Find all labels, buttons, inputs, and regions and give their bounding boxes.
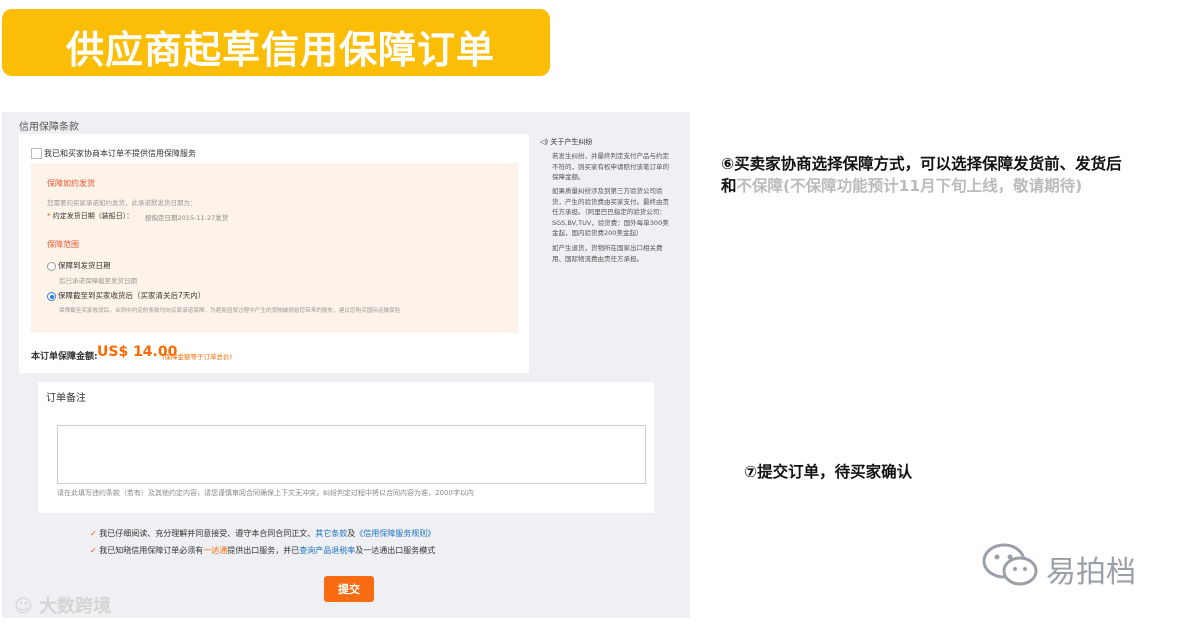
delivery-date-row: * 约定发货日期（装船日）： (47, 211, 133, 221)
slide-title: 供应商起草信用保障订单 (66, 28, 496, 72)
amount-label: 本订单保障金额: (31, 352, 98, 362)
option-receipt-radio[interactable] (47, 292, 56, 301)
onetouch-link[interactable]: 一达通 (203, 546, 227, 555)
agree-terms-text: 我已仔细阅读、充分理解并同意接受、遵守本合同合同正文、 (99, 529, 316, 538)
option-receipt-desc: 保障截至买家收货后，合同中约定的条款均向买家承诺保障，为避免因贸过程中产生的货物… (59, 308, 401, 314)
opt-out-label: 我已和买家协商本订单不提供信用保障服务 (44, 149, 196, 158)
remark-textarea[interactable] (57, 425, 646, 484)
step6-grey-text: 不保障(不保障功能预计11月下旬上线，敬请期待) (736, 177, 1083, 195)
dispute-info-p1: 若发生纠纷，并最终判定支付产品与约定不符的，则买家有权申请赔付该笔订单的保障金额… (552, 152, 669, 181)
scope-heading: 保障范围 (47, 240, 79, 249)
dispute-info-heading: ◁) 关于产生纠纷 (540, 137, 592, 147)
remark-hint: 请在此填写违约条款（若有）及其他约定内容，请您谨慎审阅合同确保上下文无冲突，纠纷… (57, 489, 474, 497)
watermark: ☺ 大数跨境 (14, 592, 111, 618)
wechat-icon (982, 543, 1038, 586)
title-banner: 供应商起草信用保障订单 (2, 9, 550, 76)
option-ship-date-desc: 后已承诺保障截至发货日期 (59, 277, 137, 285)
delivery-date-label: 约定发货日期（装船日）： (52, 212, 134, 220)
agree-export-row[interactable]: ✓ 我已知晓信用保障订单必须有一达通提供出口服务，并已查询产品退税率及一达通出口… (90, 545, 435, 556)
section-title: 信用保障条款 (19, 122, 79, 133)
tax-rate-link[interactable]: 查询产品退税率 (299, 546, 355, 555)
logo-text: 易拍档 (1046, 555, 1136, 590)
check-icon[interactable]: ✓ (90, 529, 97, 538)
agree-export-mid: 提供出口服务，并已 (227, 546, 300, 555)
service-rules-link[interactable]: 《信用保障服务规则》 (355, 529, 435, 538)
agree-export-end: 及一达通出口服务模式 (355, 546, 436, 555)
delivery-desc: 您需要向买家承诺如约发货，此承诺默发货日期为： (47, 199, 197, 207)
amount-note: (保障金额等于订单总价) (162, 353, 233, 361)
check-icon[interactable]: ✓ (90, 546, 97, 555)
remark-title: 订单备注 (46, 393, 86, 404)
delivery-heading: 保障如约发货 (47, 179, 95, 188)
watermark-text: 大数跨境 (39, 596, 112, 617)
option-receipt-label[interactable]: 保障截至到买家收货后（买家清关后7天内） (58, 290, 205, 301)
option-ship-date-label[interactable]: 保障到发货日期 (58, 260, 111, 271)
speaker-icon: ◁) (540, 138, 551, 146)
dispute-heading-text: 关于产生纠纷 (550, 138, 593, 146)
wechat-logo: 易拍档 (980, 541, 1170, 599)
other-terms-link[interactable]: 其它条款 (315, 529, 347, 538)
dispute-info-p2: 如果质量纠纷涉及到第三方验货公司验货，产生的验货费由买家支付。最终由责任方承担。… (552, 187, 669, 237)
watermark-icon: ☺ (14, 596, 40, 617)
opt-out-checkbox[interactable] (31, 148, 42, 159)
submit-button[interactable]: 提交 (324, 576, 374, 602)
dispute-info-p3: 如产生退货，货物所在国家出口相关费用、国际物流费由责任方承担。 (552, 244, 663, 263)
delivery-date-value: 按指定日期2015-11-27发货 (145, 214, 229, 222)
option-ship-date-radio[interactable] (47, 262, 56, 271)
agree-terms-row[interactable]: ✓ 我已仔细阅读、充分理解并同意接受、遵守本合同合同正文、其它条款及《信用保障服… (90, 528, 435, 539)
step6-note: ⑥买卖家协商选择保障方式，可以选择保障发货前、发货后和不保障(不保障功能预计11… (721, 153, 1131, 197)
step7-note: ⑦提交订单，待买家确认 (744, 463, 913, 481)
agree-export-text: 我已知晓信用保障订单必须有 (99, 546, 204, 555)
